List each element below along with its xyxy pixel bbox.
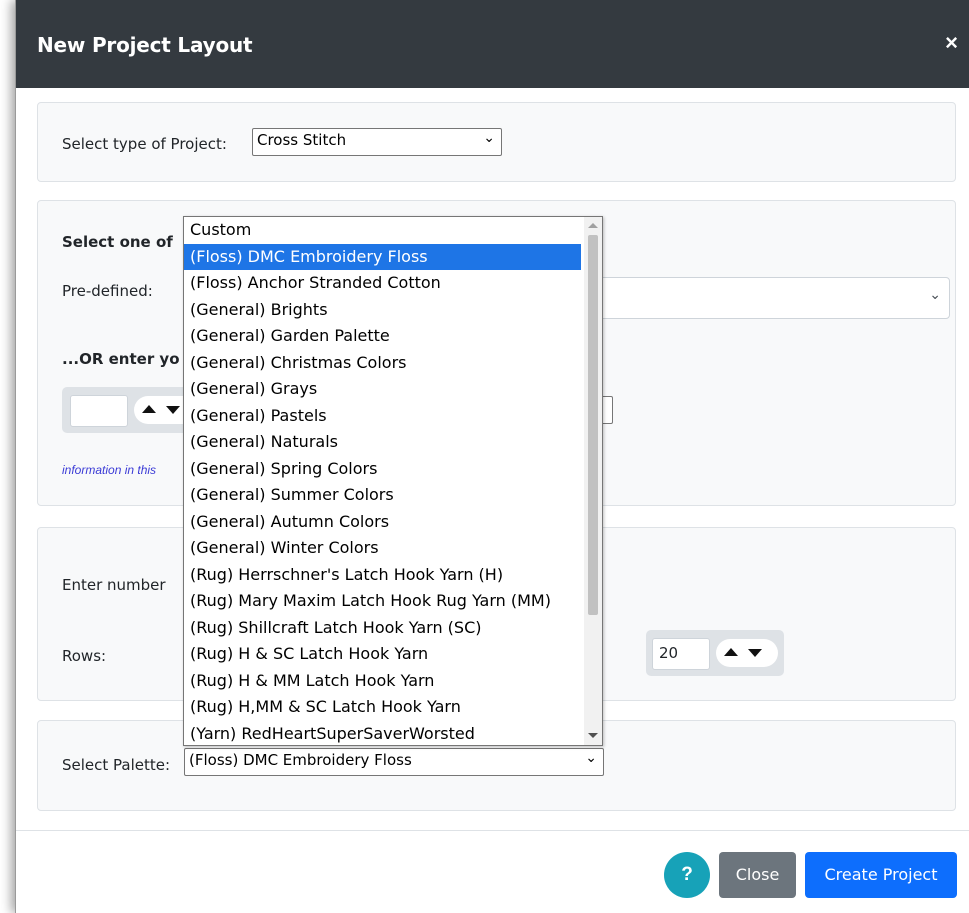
scroll-up-arrow-icon[interactable]: [588, 223, 598, 228]
dropdown-scrollbar[interactable]: [584, 217, 602, 745]
scroll-down-arrow-icon[interactable]: [588, 733, 598, 738]
dropdown-option[interactable]: (General) Summer Colors: [184, 482, 581, 509]
dropdown-option[interactable]: (General) Naturals: [184, 429, 581, 456]
dropdown-option[interactable]: (Floss) DMC Embroidery Floss: [184, 243, 581, 270]
dropdown-option[interactable]: (Rug) H,MM & SC Latch Hook Yarn: [184, 694, 581, 721]
dropdown-option[interactable]: (General) Grays: [184, 376, 581, 403]
modal-header: New Project Layout ×: [16, 0, 969, 88]
select-palette-select[interactable]: (Floss) DMC Embroidery Floss ⌄: [184, 748, 604, 776]
project-type-selected: Cross Stitch: [257, 131, 347, 149]
dropdown-option[interactable]: (Rug) H & MM Latch Hook Yarn: [184, 668, 581, 695]
predefined-label: Pre-defined:: [62, 282, 153, 300]
dropdown-option[interactable]: (General) Brights: [184, 297, 581, 324]
modal-title: New Project Layout: [37, 33, 253, 57]
dropdown-option[interactable]: (General) Winter Colors: [184, 535, 581, 562]
palette-dropdown-list[interactable]: Custom (Floss) DMC Embroidery Floss (Floss…: [183, 216, 603, 746]
project-type-label: Select type of Project:: [62, 135, 227, 153]
footer-divider: [16, 830, 969, 831]
dropdown-options: Custom (Floss) DMC Embroidery Floss (Floss…: [184, 217, 602, 746]
close-button[interactable]: Close: [719, 852, 796, 898]
arrow-down-icon[interactable]: [748, 649, 762, 657]
arrow-down-icon[interactable]: [166, 406, 180, 414]
info-text: information in this: [62, 463, 157, 477]
dropdown-option[interactable]: (Floss) Anchor Stranded Cotton: [184, 270, 581, 297]
or-enter-heading: ...OR enter yo: [62, 350, 180, 368]
dropdown-option[interactable]: (Rug) Shillcraft Latch Hook Yarn (SC): [184, 615, 581, 642]
dropdown-option[interactable]: (General) Pastels: [184, 403, 581, 430]
chevron-down-icon: ⌄: [929, 286, 941, 302]
columns-value: 20: [659, 644, 679, 662]
select-palette-selected: (Floss) DMC Embroidery Floss: [189, 751, 412, 769]
columns-stepper: 20: [646, 630, 784, 676]
enter-number-label: Enter number: [62, 576, 166, 594]
palette-choice-heading: Select one of: [62, 233, 173, 251]
up-down-arrows-icon[interactable]: [716, 639, 778, 667]
scrollbar-thumb[interactable]: [588, 235, 598, 615]
create-project-button[interactable]: Create Project: [805, 852, 957, 898]
help-button[interactable]: ?: [664, 852, 710, 898]
dropdown-option[interactable]: (Rug) Herrschner's Latch Hook Yarn (H): [184, 562, 581, 589]
arrow-up-icon[interactable]: [142, 405, 156, 413]
close-icon[interactable]: ×: [945, 31, 958, 55]
chevron-down-icon: ⌄: [483, 130, 495, 146]
chevron-down-icon: ⌄: [585, 750, 597, 766]
select-palette-label: Select Palette:: [62, 756, 171, 774]
arrow-up-icon[interactable]: [724, 648, 738, 656]
dropdown-option[interactable]: (General) Spring Colors: [184, 456, 581, 483]
dropdown-option[interactable]: (General) Garden Palette: [184, 323, 581, 350]
dropdown-option[interactable]: Custom: [184, 217, 581, 244]
dropdown-option[interactable]: (Rug) H & SC Latch Hook Yarn: [184, 641, 581, 668]
dropdown-option[interactable]: (General) Autumn Colors: [184, 509, 581, 536]
rows-label: Rows:: [62, 647, 107, 665]
dropdown-option[interactable]: (General) Christmas Colors: [184, 350, 581, 377]
columns-input[interactable]: 20: [652, 638, 710, 670]
dropdown-option[interactable]: (Yarn) RedHeartSuperSaverWorsted: [184, 721, 581, 746]
project-type-select[interactable]: Cross Stitch ⌄: [252, 128, 502, 156]
dropdown-option[interactable]: (Rug) Mary Maxim Latch Hook Rug Yarn (MM…: [184, 588, 581, 615]
color-count-input[interactable]: [70, 395, 128, 427]
